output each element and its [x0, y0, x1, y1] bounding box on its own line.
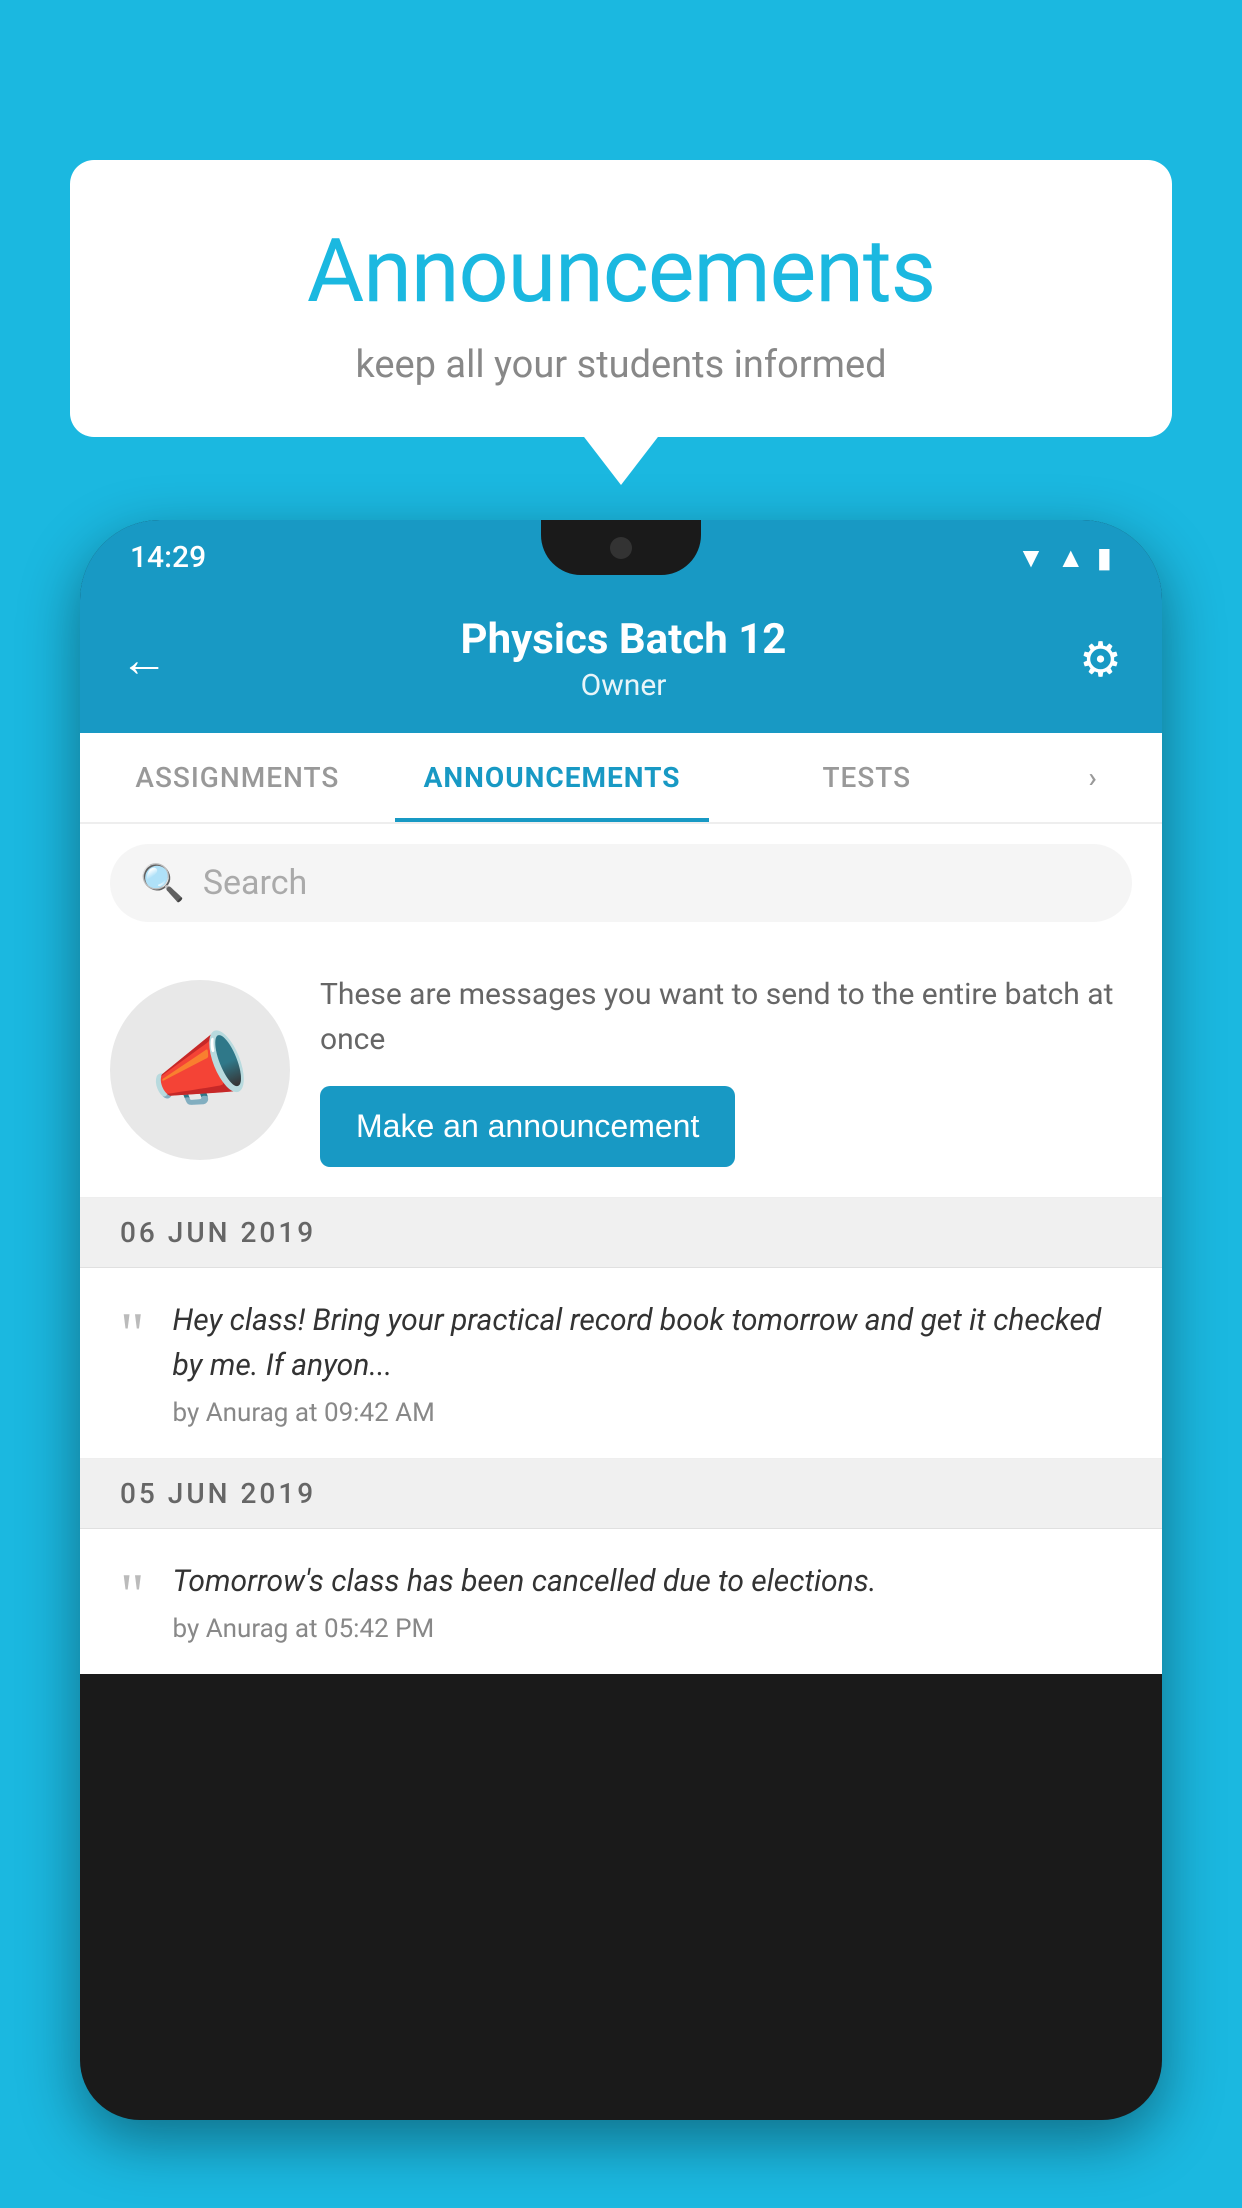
batch-role: Owner [168, 668, 1079, 703]
announcement-promo: 📣 These are messages you want to send to… [80, 942, 1162, 1198]
announcement-text-1: Hey class! Bring your practical record b… [173, 1298, 1133, 1388]
status-time: 14:29 [130, 540, 206, 575]
promo-description: These are messages you want to send to t… [320, 972, 1132, 1062]
speech-bubble-container: Announcements keep all your students inf… [70, 160, 1172, 437]
speech-bubble: Announcements keep all your students inf… [70, 160, 1172, 437]
promo-icon-circle: 📣 [110, 980, 290, 1160]
announcement-meta-2: by Anurag at 05:42 PM [173, 1614, 1133, 1644]
bubble-title: Announcements [110, 220, 1132, 323]
announcement-meta-1: by Anurag at 09:42 AM [173, 1398, 1133, 1428]
battery-icon: ▮ [1097, 541, 1112, 574]
back-button[interactable]: ← [120, 631, 168, 688]
megaphone-icon: 📣 [150, 1023, 250, 1117]
search-bar-container: 🔍 Search [80, 824, 1162, 942]
announcement-content-2: Tomorrow's class has been cancelled due … [173, 1559, 1133, 1644]
announcement-text-2: Tomorrow's class has been cancelled due … [173, 1559, 1133, 1604]
tab-announcements[interactable]: ANNOUNCEMENTS [395, 733, 710, 822]
status-icons: ▼ ▲ ▮ [1017, 541, 1112, 574]
tab-assignments[interactable]: ASSIGNMENTS [80, 733, 395, 822]
phone-notch [541, 520, 701, 575]
bubble-subtitle: keep all your students informed [110, 343, 1132, 387]
search-bar[interactable]: 🔍 Search [110, 844, 1132, 922]
quote-icon-1: " [120, 1304, 145, 1364]
quote-icon-2: " [120, 1565, 145, 1625]
signal-icon: ▲ [1057, 541, 1085, 574]
phone-content: 🔍 Search 📣 These are messages you want t… [80, 824, 1162, 1674]
tab-tests[interactable]: TESTS [709, 733, 1024, 822]
app-header: ← Physics Batch 12 Owner ⚙ [80, 595, 1162, 733]
tabs-bar: ASSIGNMENTS ANNOUNCEMENTS TESTS › [80, 733, 1162, 824]
make-announcement-button[interactable]: Make an announcement [320, 1086, 735, 1167]
phone-container: 14:29 ▼ ▲ ▮ ← Physics Batch 12 Owner ⚙ A… [80, 520, 1162, 2208]
date-separator-2: 05 JUN 2019 [80, 1459, 1162, 1529]
announcement-item-2[interactable]: " Tomorrow's class has been cancelled du… [80, 1529, 1162, 1674]
search-icon: 🔍 [140, 862, 185, 904]
announcement-content-1: Hey class! Bring your practical record b… [173, 1298, 1133, 1428]
batch-name: Physics Batch 12 [168, 615, 1079, 664]
header-title-block: Physics Batch 12 Owner [168, 615, 1079, 703]
search-placeholder: Search [203, 863, 307, 903]
settings-icon[interactable]: ⚙ [1079, 631, 1122, 688]
date-separator-1: 06 JUN 2019 [80, 1198, 1162, 1268]
wifi-icon: ▼ [1017, 541, 1045, 574]
status-bar: 14:29 ▼ ▲ ▮ [80, 520, 1162, 595]
announcement-item-1[interactable]: " Hey class! Bring your practical record… [80, 1268, 1162, 1459]
promo-right: These are messages you want to send to t… [320, 972, 1132, 1167]
tab-more[interactable]: › [1024, 733, 1162, 822]
phone-frame: 14:29 ▼ ▲ ▮ ← Physics Batch 12 Owner ⚙ A… [80, 520, 1162, 2120]
camera [610, 537, 632, 559]
